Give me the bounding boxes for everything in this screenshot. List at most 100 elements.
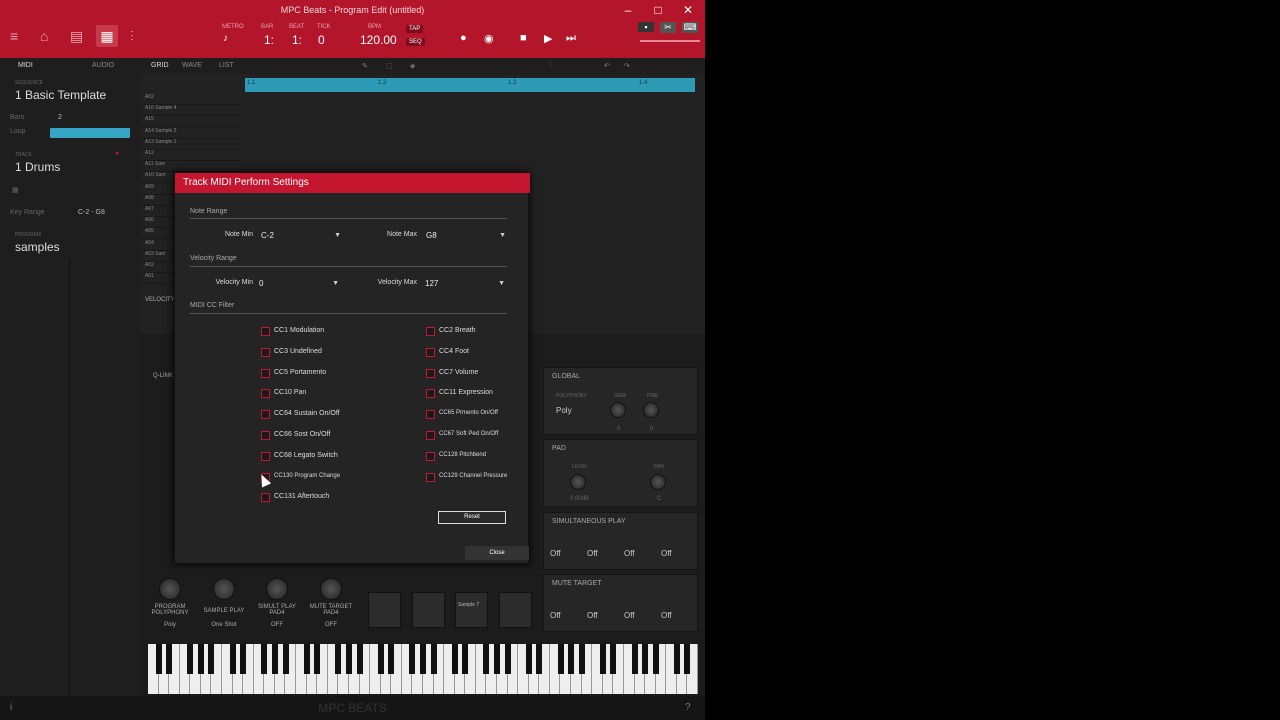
sampler-icon[interactable]: ✂ [660, 22, 676, 33]
stop-icon[interactable]: ■ [520, 32, 527, 44]
cc-checkbox[interactable] [261, 389, 270, 399]
note-max-select[interactable]: G8 ▼ [426, 230, 506, 241]
bar-value[interactable]: 1: [264, 33, 274, 47]
cc-checkbox[interactable] [426, 389, 435, 399]
piano-keyboard[interactable] [148, 644, 698, 694]
polyphony-select[interactable]: Poly [556, 406, 572, 415]
tick-value[interactable]: 0 [318, 33, 325, 47]
cc-checkbox[interactable] [426, 410, 435, 420]
black-key[interactable] [409, 644, 416, 674]
eraser-icon[interactable]: ◈ [410, 62, 415, 70]
pad[interactable] [412, 592, 445, 628]
cc-checkbox[interactable] [426, 347, 435, 357]
black-key[interactable] [166, 644, 173, 674]
black-key[interactable] [388, 644, 395, 674]
black-key[interactable] [525, 644, 532, 674]
seq-button[interactable]: SEQ [406, 38, 425, 46]
minimize-icon[interactable]: – [613, 0, 643, 20]
cc-checkbox[interactable] [426, 451, 435, 461]
cc-checkbox[interactable] [426, 368, 435, 378]
black-key[interactable] [536, 644, 543, 674]
simul-pad-select[interactable]: Off [587, 549, 598, 558]
undo-icon[interactable]: ↶ [604, 62, 610, 70]
beat-value[interactable]: 1: [292, 33, 302, 47]
mute-pad-select[interactable]: Off [550, 611, 561, 620]
black-key[interactable] [155, 644, 162, 674]
cc-checkbox[interactable] [261, 451, 270, 461]
black-key[interactable] [240, 644, 247, 674]
record-icon[interactable]: ● [460, 32, 467, 44]
close-window-icon[interactable]: ✕ [673, 0, 703, 20]
black-key[interactable] [303, 644, 310, 674]
black-key[interactable] [451, 644, 458, 674]
bpm-value[interactable]: 120.00 [360, 33, 397, 47]
cc-checkbox[interactable] [261, 368, 270, 378]
semi-knob[interactable] [610, 402, 626, 418]
qlink-knob[interactable] [266, 578, 288, 600]
black-key[interactable] [356, 644, 363, 674]
pad[interactable] [499, 592, 532, 628]
black-key[interactable] [430, 644, 437, 674]
program-icon[interactable]: ▤ [70, 28, 83, 45]
track-name[interactable]: 1 Drums [15, 160, 60, 174]
play-start-icon[interactable]: ⏭ [566, 32, 576, 45]
pad-row[interactable]: A16 Sample 4 [140, 105, 240, 117]
black-key[interactable] [673, 644, 680, 674]
qlink-knob[interactable] [320, 578, 342, 600]
pan-knob[interactable] [650, 474, 666, 490]
grid-view-icon[interactable]: ▦ [96, 25, 118, 47]
mute-pad-select[interactable]: Off [624, 611, 635, 620]
black-key[interactable] [420, 644, 426, 674]
pad-row[interactable]: A12 [140, 150, 240, 161]
velocity-min-select[interactable]: 0 ▼ [259, 278, 339, 289]
cc-checkbox[interactable] [426, 431, 435, 440]
black-key[interactable] [483, 644, 490, 674]
volume-slider[interactable] [640, 40, 700, 42]
mixer-icon[interactable]: ⫶ [130, 28, 134, 45]
pad-row[interactable]: A11 Sam [140, 161, 240, 173]
black-key[interactable] [208, 644, 215, 674]
black-key[interactable] [557, 644, 564, 674]
cc-checkbox[interactable] [261, 410, 270, 420]
note-min-select[interactable]: C-2 ▼ [261, 230, 341, 241]
velocity-max-select[interactable]: 127 ▼ [425, 278, 505, 289]
select-icon[interactable]: ⬚ [386, 62, 393, 70]
keyboard-icon[interactable]: ⌨ [682, 22, 698, 33]
simul-pad-select[interactable]: Off [550, 549, 561, 558]
play-icon[interactable]: ▶ [544, 32, 552, 45]
reset-button[interactable]: Reset [438, 511, 506, 524]
simul-pad-select[interactable]: Off [624, 549, 635, 558]
black-key[interactable] [462, 644, 469, 674]
black-key[interactable] [377, 644, 384, 674]
timeline-ruler[interactable]: 1.1 1.2 1.3 1.4 [245, 78, 695, 92]
tap-button[interactable]: TAP [406, 25, 424, 33]
program-name[interactable]: samples [15, 240, 60, 254]
tab-grid[interactable]: GRID [151, 62, 169, 69]
redo-icon[interactable]: ↷ [624, 62, 630, 70]
black-key[interactable] [642, 644, 649, 674]
black-key[interactable] [631, 644, 638, 674]
mute-pad-select[interactable]: Off [661, 611, 672, 620]
black-key[interactable] [652, 644, 659, 674]
pad-row[interactable]: A15 [140, 116, 240, 128]
cc-checkbox[interactable] [426, 472, 435, 482]
black-key[interactable] [271, 644, 278, 674]
black-key[interactable] [568, 644, 575, 674]
info-icon[interactable]: i [10, 696, 12, 720]
black-key[interactable] [335, 644, 342, 674]
quantize-icon[interactable]: ⫶ [550, 62, 552, 70]
menu-icon[interactable]: ≡ [10, 28, 18, 44]
close-button[interactable]: Close [465, 546, 529, 560]
tab-audio[interactable]: AUDIO [92, 62, 114, 69]
cc-checkbox[interactable] [426, 327, 435, 336]
black-key[interactable] [578, 644, 585, 674]
black-key[interactable] [261, 644, 268, 674]
overdub-icon[interactable]: ◉ [484, 32, 494, 45]
black-key[interactable] [187, 644, 194, 674]
black-key[interactable] [197, 644, 204, 674]
black-key[interactable] [504, 644, 511, 674]
black-key[interactable] [599, 644, 606, 674]
black-key[interactable] [229, 644, 236, 674]
tab-list[interactable]: LIST [219, 62, 234, 69]
qlink-knob[interactable] [213, 578, 235, 600]
